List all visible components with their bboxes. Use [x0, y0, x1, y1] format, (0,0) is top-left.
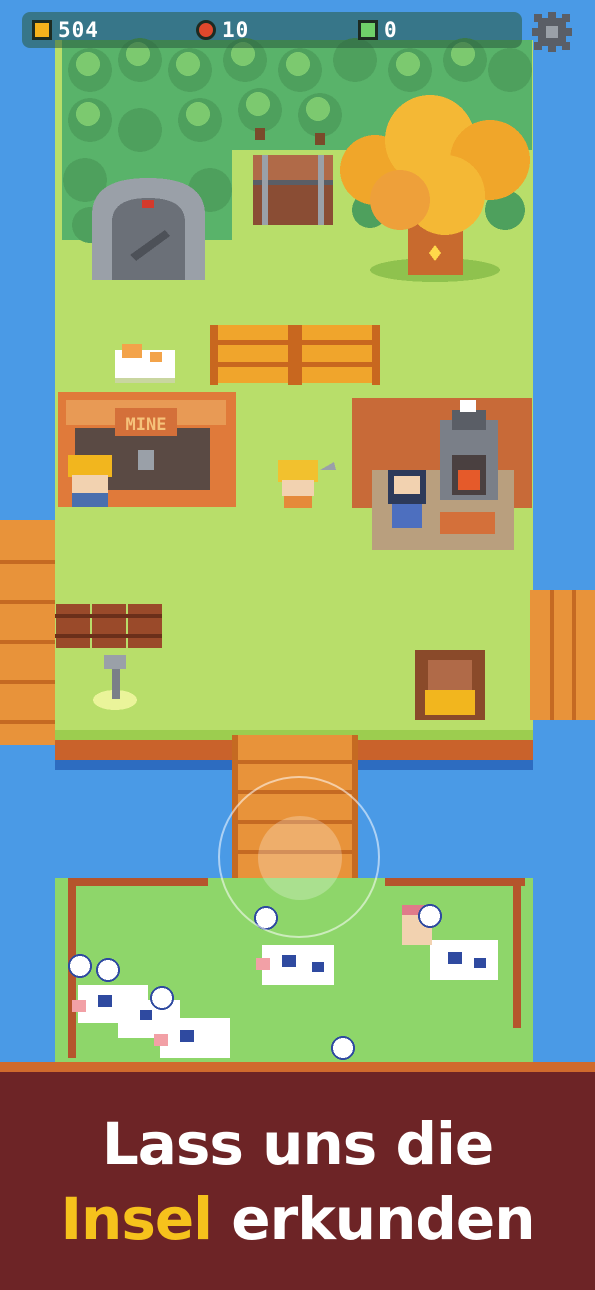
joystick-knob[interactable]: [258, 816, 342, 900]
blacksmith-npc: [388, 470, 426, 528]
left-dock: [0, 520, 55, 745]
gem-icon: [358, 20, 378, 40]
apple-counter: 10: [196, 12, 249, 48]
banner-highlight: Insel: [60, 1185, 213, 1253]
gear-icon: [532, 12, 572, 52]
stone-arch: [92, 178, 205, 280]
settings-button[interactable]: [530, 10, 574, 54]
promo-banner: Lass uns die Insel erkunden: [0, 1062, 595, 1290]
banner-line-2: Insel erkunden: [0, 1185, 595, 1253]
apple-count: 10: [222, 18, 250, 42]
banner-line-1: Lass uns die: [101, 1110, 494, 1178]
apple-icon: [196, 20, 216, 40]
mine-sign: MINE: [126, 415, 167, 435]
forge-area: [352, 398, 532, 550]
coin-counter: 504: [32, 12, 99, 48]
gem-counter: 0: [358, 12, 398, 48]
miner-npc: [68, 455, 112, 507]
treasure-chest: [253, 155, 333, 225]
banner-line-2-rest: erkunden: [231, 1185, 535, 1253]
bear-npc: [415, 650, 485, 720]
cow: [256, 945, 334, 985]
cow: [154, 1018, 230, 1058]
cow: [430, 940, 498, 980]
wooden-fence: [210, 325, 380, 385]
coin-count: 504: [58, 18, 99, 42]
gem-count: 0: [384, 18, 398, 42]
right-dock: [530, 590, 595, 720]
coin-icon: [32, 20, 52, 40]
